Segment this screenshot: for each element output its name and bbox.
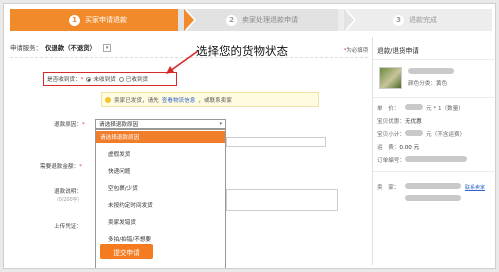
order-number-label: 订单编号：: [377, 158, 405, 164]
unit-price-row: 单 价：: [377, 104, 399, 112]
radio-received[interactable]: 已收到货: [118, 75, 149, 83]
required-star: *: [79, 164, 82, 170]
radio-unchecked-icon[interactable]: [118, 76, 124, 82]
service-row: 申请服务： 仅退款（不退货） ▾: [10, 43, 112, 52]
step-seller-process: 2 卖家处理退款申请: [178, 9, 346, 31]
seller-row: 卖 家：: [377, 183, 399, 191]
reason-label: 退款原因：*: [54, 120, 85, 128]
service-value: 仅退款（不退货）: [44, 44, 97, 52]
chevron-down-icon[interactable]: ▾: [219, 121, 225, 127]
unit-price-suffix: 元 * 1（数量）: [426, 106, 464, 112]
unit-price-redacted: [405, 104, 423, 110]
service-dropdown-button[interactable]: ▾: [103, 43, 112, 52]
subtotal-redacted: [405, 130, 423, 136]
goods-status-group: 是否收到货：* 未收到货 已收到货: [43, 72, 177, 86]
lightbulb-icon: [105, 96, 111, 103]
discount-value: 无优惠: [404, 119, 422, 125]
order-number-redacted: [405, 156, 467, 162]
amount-label: 需要退款金额：*: [40, 162, 82, 170]
description-label: 退款说明：: [54, 189, 82, 195]
required-hint-text: 为必填项: [346, 48, 368, 54]
service-label: 申请服务：: [10, 44, 42, 52]
dropdown-option[interactable]: 未按约定时间发货: [96, 199, 225, 211]
step-arrow: [344, 9, 354, 31]
logistics-link[interactable]: 查看物流信息: [162, 96, 196, 104]
amount-label-text: 需要退款金额：: [40, 164, 80, 170]
dropdown-option[interactable]: 虚假发货: [96, 148, 225, 160]
order-summary-panel: 退款/退货申请 颜色分类：黄色 单 价： 元 * 1（数量） 宝贝优惠：无优惠 …: [372, 37, 494, 265]
product-name-redacted: [408, 68, 454, 74]
radio-label: 已收到货: [125, 77, 149, 83]
shipping-value: 0.00 元: [399, 145, 420, 151]
reason-select-value: 请选择退款原因: [99, 122, 139, 128]
panel-divider: [373, 97, 494, 98]
dropdown-option[interactable]: 请选择退款原因: [96, 131, 225, 143]
submit-application-button[interactable]: 提交申请: [100, 244, 153, 259]
refund-form: 申请服务： 仅退款（不退货） ▾ *为必填项 选择您的货物状态 是否收到货：* …: [10, 37, 368, 268]
description-counter: （0/200字）: [54, 198, 83, 203]
panel-title: 退款/退货申请: [377, 47, 419, 55]
step-arrow: [184, 9, 194, 31]
discount-label: 宝贝优惠：: [377, 119, 405, 125]
panel-divider: [373, 59, 494, 60]
order-number-row: 订单编号：: [377, 156, 405, 164]
unit-price-label: 单 价：: [377, 106, 400, 112]
step-buyer-apply: 1 买家申请退款: [10, 9, 186, 31]
amount-input[interactable]: [226, 137, 326, 147]
shipping-label: 运 费：: [377, 145, 400, 151]
product-color: 颜色分类：黄色: [408, 81, 448, 87]
step-label: 卖家处理退款申请: [242, 16, 298, 24]
subtotal-suffix: 元（不含运费）: [426, 132, 466, 138]
dropdown-option[interactable]: 卖家发错货: [96, 216, 225, 228]
subtotal-label: 宝贝小计：: [377, 132, 405, 138]
radio-not-received[interactable]: 未收到货: [86, 75, 116, 83]
goods-status-label-text: 是否收到货：: [47, 77, 81, 83]
dropdown-option[interactable]: 快递问题: [96, 165, 225, 177]
goods-status-callout: 选择您的货物状态: [196, 44, 288, 58]
seller-name-redacted: [405, 183, 461, 189]
progress-steps: 1 买家申请退款 2 卖家处理退款申请 3 退款完成: [10, 9, 492, 31]
notice-suffix: ，或联系卖家: [198, 97, 232, 104]
seller-label: 卖 家：: [377, 185, 400, 191]
required-hint: *为必填项: [344, 46, 368, 54]
required-star: *: [81, 122, 85, 128]
radio-checked-icon[interactable]: [86, 76, 92, 82]
subtotal-row: 宝贝小计：: [377, 130, 405, 138]
step-refund-complete: 3 退款完成: [338, 9, 492, 31]
reason-select[interactable]: 请选择退款原因 ▾: [95, 119, 226, 129]
step-number: 3: [393, 14, 404, 26]
shipping-notice: 卖家已发货，请先 查看物流信息 ，或联系卖家: [101, 92, 319, 107]
step-label: 买家申请退款: [85, 16, 127, 24]
step-number: 2: [226, 14, 237, 26]
step-number: 1: [69, 14, 80, 26]
product-thumbnail[interactable]: [379, 67, 402, 89]
contact-seller-link[interactable]: 联系卖家: [465, 184, 485, 191]
panel-divider: [373, 171, 494, 172]
refund-application-window: 1 买家申请退款 2 卖家处理退款申请 3 退款完成 申请服务： 仅退款（不退货…: [3, 3, 496, 269]
upload-label: 上传凭证：: [54, 224, 82, 230]
notice-prefix: 卖家已发货，请先: [114, 97, 159, 104]
seller-info-redacted: [405, 195, 461, 201]
step-label: 退款完成: [409, 16, 437, 24]
required-star: *: [80, 77, 84, 83]
description-textarea[interactable]: [226, 189, 338, 211]
radio-label: 未收到货: [93, 77, 116, 83]
shipping-row: 运 费：0.00 元: [377, 143, 419, 151]
reason-label-text: 退款原因：: [54, 122, 82, 128]
goods-status-label: 是否收到货：*: [47, 75, 83, 83]
discount-row: 宝贝优惠：无优惠: [377, 117, 422, 125]
dropdown-option[interactable]: 空包裹/少货: [96, 182, 225, 194]
